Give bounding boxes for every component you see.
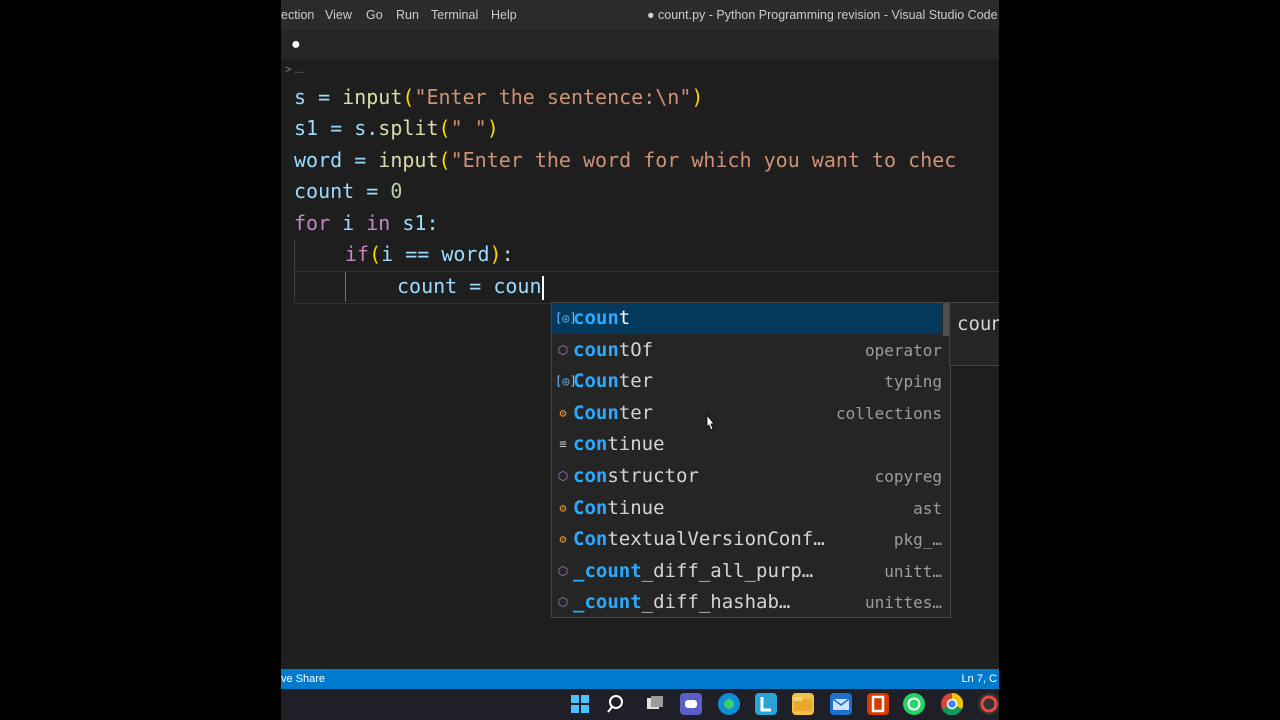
suggestion-match: _count bbox=[573, 559, 642, 582]
menu-terminal[interactable]: Terminal bbox=[431, 8, 478, 22]
suggestion-match: Coun bbox=[573, 370, 619, 393]
tab-bar: ● bbox=[281, 30, 999, 60]
title-bar: ection View Go Run Terminal Help ● count… bbox=[281, 0, 999, 30]
suggestion-item[interactable]: ⬡ _count_diff_all_purp… unitt… bbox=[552, 556, 942, 587]
menu-go[interactable]: Go bbox=[366, 8, 383, 22]
menu-view[interactable]: View bbox=[325, 8, 352, 22]
cursor-position[interactable]: Ln 7, C bbox=[962, 673, 997, 685]
suggestion-item[interactable]: ⬡ _count_diff_hashab… unittes… bbox=[552, 587, 942, 618]
suggestion-rest: tinue bbox=[607, 496, 665, 519]
suggestion-item[interactable]: ⚙ ContextualVersionConf… pkg_… bbox=[552, 524, 942, 555]
keyword-icon: ≡ bbox=[559, 437, 567, 452]
class-icon: ⚙ bbox=[559, 405, 567, 420]
suggestion-label: ContextualVersionConf… bbox=[573, 524, 825, 555]
task-view-icon[interactable] bbox=[644, 693, 666, 715]
suggestion-label: countOf bbox=[573, 335, 653, 366]
chrome-icon[interactable] bbox=[941, 692, 964, 716]
module-icon: ⬡ bbox=[557, 342, 569, 357]
suggestion-match: Coun bbox=[573, 401, 619, 424]
suggestion-detail: collections bbox=[836, 403, 942, 423]
office-icon[interactable] bbox=[867, 693, 889, 715]
code-line-2[interactable]: s1 = s.split(" ") bbox=[294, 113, 499, 144]
suggestion-rest: t bbox=[618, 307, 631, 329]
suggestion-detail: ast bbox=[913, 498, 942, 518]
app-icon[interactable] bbox=[978, 693, 999, 715]
suggestion-detail: unitt… bbox=[884, 561, 942, 581]
suggestion-rest: _diff_hashab… bbox=[641, 591, 791, 614]
module-icon: ⬡ bbox=[557, 595, 569, 610]
suggestion-match: con bbox=[573, 433, 608, 456]
detail-text: coun bbox=[957, 313, 999, 335]
suggestion-rest: textualVersionConf… bbox=[607, 528, 825, 551]
module-icon: ⬡ bbox=[557, 469, 569, 483]
suggestion-widget[interactable]: [◎] count ⬡ countOf operator [◎] Counter typing… bbox=[551, 302, 951, 618]
suggestion-detail: operator bbox=[864, 340, 942, 360]
code-line-6[interactable]: if(i == word): bbox=[345, 239, 514, 270]
suggestion-item[interactable]: [◎] count bbox=[552, 303, 942, 334]
variable-icon: [◎] bbox=[555, 374, 577, 389]
suggestion-rest: tinue bbox=[607, 433, 665, 456]
teams-chat-icon[interactable] bbox=[680, 693, 702, 715]
suggestion-item[interactable]: ⬡ countOf operator bbox=[552, 335, 942, 366]
vscode-window: ection View Go Run Terminal Help ● count… bbox=[281, 0, 999, 720]
suggestion-label: Counter bbox=[573, 366, 653, 397]
suggestion-rest: ter bbox=[618, 401, 654, 424]
suggestion-match: coun bbox=[573, 307, 619, 329]
whatsapp-icon[interactable] bbox=[903, 693, 925, 715]
suggestion-rest: _diff_all_purp… bbox=[641, 559, 814, 582]
suggestion-detail: unittes… bbox=[864, 593, 942, 613]
module-icon: ⬡ bbox=[557, 563, 569, 578]
suggestion-label: constructor bbox=[573, 461, 699, 492]
menu-help[interactable]: Help bbox=[491, 8, 517, 22]
suggestion-label: continue bbox=[573, 429, 665, 460]
code-line-5[interactable]: for i in s1: bbox=[294, 208, 439, 239]
suggestion-detail-pane: coun bbox=[949, 302, 999, 366]
suggestion-label: _count_diff_all_purp… bbox=[573, 556, 813, 587]
suggestion-label: Counter bbox=[573, 398, 653, 429]
status-bar: ve Share Ln 7, C bbox=[281, 669, 999, 689]
suggestion-detail: typing bbox=[884, 372, 942, 392]
edge-browser-icon[interactable] bbox=[718, 693, 740, 715]
suggestion-match: Con bbox=[573, 496, 608, 519]
code-line-7[interactable]: count = coun bbox=[397, 271, 544, 302]
suggestion-label: count bbox=[573, 303, 630, 334]
suggestion-match: coun bbox=[573, 338, 619, 361]
text-cursor bbox=[541, 275, 544, 300]
suggestion-detail: pkg_… bbox=[893, 530, 942, 550]
l-app-icon[interactable] bbox=[755, 693, 777, 715]
mail-icon[interactable] bbox=[830, 693, 852, 715]
code-line-3[interactable]: word = input("Enter the word for which y… bbox=[294, 145, 956, 176]
suggestion-rest: structor bbox=[607, 465, 699, 487]
code-line-1[interactable]: s = input("Enter the sentence:\n") bbox=[294, 82, 703, 113]
mouse-pointer-icon bbox=[706, 414, 715, 431]
windows-start-icon[interactable] bbox=[569, 693, 591, 715]
unsaved-dot-icon[interactable]: ● bbox=[291, 36, 301, 54]
suggestion-label: Continue bbox=[573, 493, 665, 524]
breadcrumb-text[interactable]: > ... bbox=[285, 64, 304, 76]
windows-taskbar bbox=[281, 689, 999, 720]
menu-run[interactable]: Run bbox=[396, 8, 419, 22]
suggestion-label: _count_diff_hashab… bbox=[573, 587, 790, 618]
window-title: ● count.py - Python Programming revision… bbox=[647, 8, 998, 22]
file-explorer-icon[interactable] bbox=[792, 693, 814, 715]
suggestion-match: _count bbox=[573, 591, 642, 614]
search-icon[interactable] bbox=[606, 693, 628, 715]
variable-icon: [◎] bbox=[555, 311, 577, 325]
suggestion-item[interactable]: ≡ continue bbox=[552, 429, 942, 460]
code-line-4[interactable]: count = 0 bbox=[294, 176, 402, 207]
suggestion-rest: ter bbox=[618, 370, 654, 393]
suggestion-item[interactable]: ⚙ Counter collections bbox=[552, 398, 942, 429]
class-icon: ⚙ bbox=[559, 532, 567, 547]
menu-selection[interactable]: ection bbox=[281, 8, 314, 22]
suggestion-rest: tOf bbox=[618, 338, 654, 361]
breadcrumb[interactable]: > ... bbox=[281, 60, 999, 84]
suggestion-item[interactable]: ⚙ Continue ast bbox=[552, 493, 942, 524]
suggestion-detail: copyreg bbox=[874, 467, 942, 486]
suggestion-item[interactable]: [◎] Counter typing bbox=[552, 366, 942, 397]
suggestion-item[interactable]: ⬡ constructor copyreg bbox=[552, 461, 942, 492]
class-icon: ⚙ bbox=[559, 500, 567, 515]
suggestion-match: con bbox=[573, 465, 608, 487]
suggestion-match: Con bbox=[573, 528, 608, 551]
live-share-status[interactable]: ve Share bbox=[281, 673, 325, 685]
